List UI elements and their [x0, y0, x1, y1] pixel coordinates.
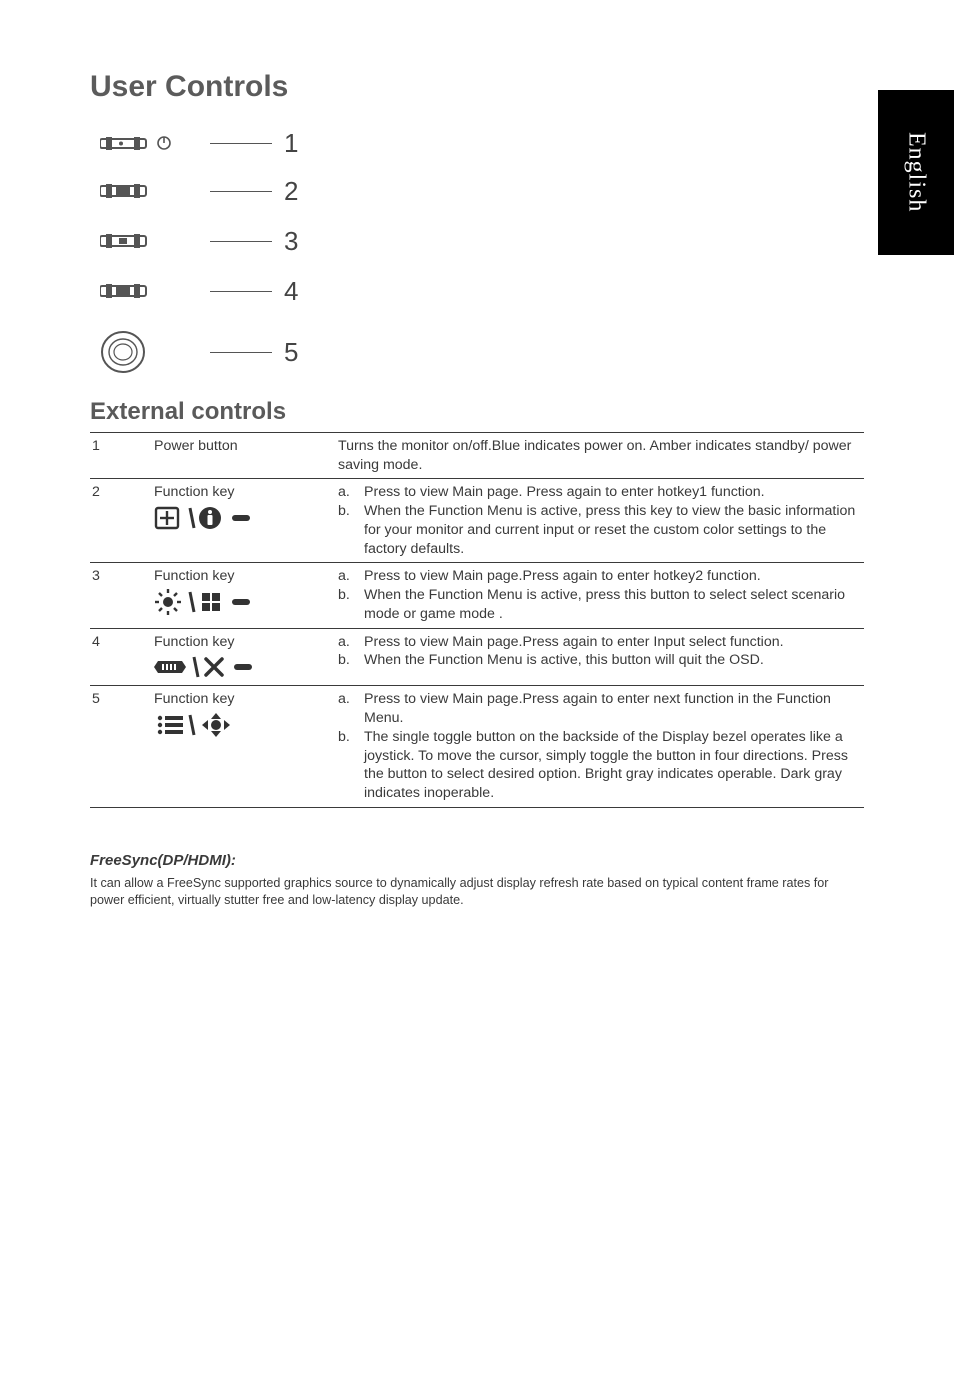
table-row: 3 Function key: [90, 563, 864, 628]
menu-navi-icon: [154, 711, 330, 739]
row-desc: Turns the monitor on/off.Blue indicates …: [336, 433, 864, 479]
page-title: User Controls: [90, 70, 864, 104]
table-row: 1 Power button Turns the monitor on/off.…: [90, 433, 864, 479]
row-number: 3: [90, 563, 152, 628]
joystick-icon: [100, 325, 210, 379]
list-item: a. Press to view Main page. Press again …: [338, 483, 858, 502]
list-text: Press to view Main page.Press again to e…: [364, 633, 784, 652]
controls-diagram: 1 2: [100, 120, 864, 388]
list-label: a.: [338, 483, 364, 502]
row-desc: a. Press to view Main page.Press again t…: [336, 628, 864, 686]
language-side-tab: English: [878, 90, 954, 255]
diagram-number-2: 2: [284, 176, 298, 207]
brightness-mode-icon: [154, 588, 330, 616]
row-key: Function key: [152, 479, 336, 563]
list-text: When the Function Menu is active, press …: [364, 502, 858, 558]
diagram-row-4: 4: [100, 266, 864, 316]
list-item: b. The single toggle button on the backs…: [338, 728, 858, 803]
row-key: Function key: [152, 563, 336, 628]
list-text: The single toggle button on the backside…: [364, 728, 858, 803]
list-label: b.: [338, 651, 364, 670]
freesync-body: It can allow a FreeSync supported graphi…: [90, 875, 864, 909]
list-label: a.: [338, 690, 364, 727]
section-subtitle: External controls: [90, 398, 864, 426]
button-icon: [100, 281, 210, 301]
button-icon: [100, 231, 210, 251]
diagram-number-1: 1: [284, 128, 298, 159]
diagram-number-3: 3: [284, 226, 298, 257]
list-item: a. Press to view Main page.Press again t…: [338, 633, 858, 652]
controls-table: 1 Power button Turns the monitor on/off.…: [90, 432, 864, 808]
list-item: a. Press to view Main page.Press again t…: [338, 690, 858, 727]
row-key-label: Function key: [154, 634, 234, 650]
row-number: 5: [90, 686, 152, 807]
row-desc: a. Press to view Main page.Press again t…: [336, 563, 864, 628]
list-label: b.: [338, 728, 364, 803]
page-content: User Controls 1: [0, 0, 954, 949]
row-number: 1: [90, 433, 152, 479]
led-button-icon: [100, 130, 210, 156]
list-label: b.: [338, 502, 364, 558]
diagram-row-5: 5: [100, 316, 864, 388]
diagram-number-5: 5: [284, 337, 298, 368]
row-key-label: Function key: [154, 484, 234, 500]
table-row: 4 Function key: [90, 628, 864, 686]
diagram-number-4: 4: [284, 276, 298, 307]
freesync-heading: FreeSync(DP/HDMI):: [90, 852, 864, 869]
list-label: a.: [338, 567, 364, 586]
row-key: Function key: [152, 628, 336, 686]
hotkey1-info-icon: [154, 504, 330, 532]
diagram-row-1: 1: [100, 120, 864, 166]
table-row: 2 Function key: [90, 479, 864, 563]
row-key: Function key: [152, 686, 336, 807]
list-text: Press to view Main page.Press again to e…: [364, 690, 858, 727]
row-number: 4: [90, 628, 152, 686]
list-text: Press to view Main page. Press again to …: [364, 483, 765, 502]
row-key-label: Function key: [154, 568, 234, 584]
list-label: a.: [338, 633, 364, 652]
list-item: b. When the Function Menu is active, pre…: [338, 586, 858, 623]
leader-line: [210, 241, 272, 242]
list-text: Press to view Main page.Press again to e…: [364, 567, 761, 586]
language-label: English: [903, 132, 930, 212]
leader-line: [210, 143, 272, 144]
diagram-row-2: 2: [100, 166, 864, 216]
list-label: b.: [338, 586, 364, 623]
list-item: b. When the Function Menu is active, thi…: [338, 651, 858, 670]
row-desc: a. Press to view Main page. Press again …: [336, 479, 864, 563]
diagram-row-3: 3: [100, 216, 864, 266]
list-text: When the Function Menu is active, press …: [364, 586, 858, 623]
list-item: a. Press to view Main page.Press again t…: [338, 567, 858, 586]
row-key-label: Function key: [154, 691, 234, 707]
input-exit-icon: [154, 653, 330, 681]
table-row: 5 Function key: [90, 686, 864, 807]
list-item: b. When the Function Menu is active, pre…: [338, 502, 858, 558]
leader-line: [210, 291, 272, 292]
row-key: Power button: [152, 433, 336, 479]
row-number: 2: [90, 479, 152, 563]
leader-line: [210, 352, 272, 353]
leader-line: [210, 191, 272, 192]
row-desc: a. Press to view Main page.Press again t…: [336, 686, 864, 807]
list-text: When the Function Menu is active, this b…: [364, 651, 764, 670]
button-icon: [100, 181, 210, 201]
